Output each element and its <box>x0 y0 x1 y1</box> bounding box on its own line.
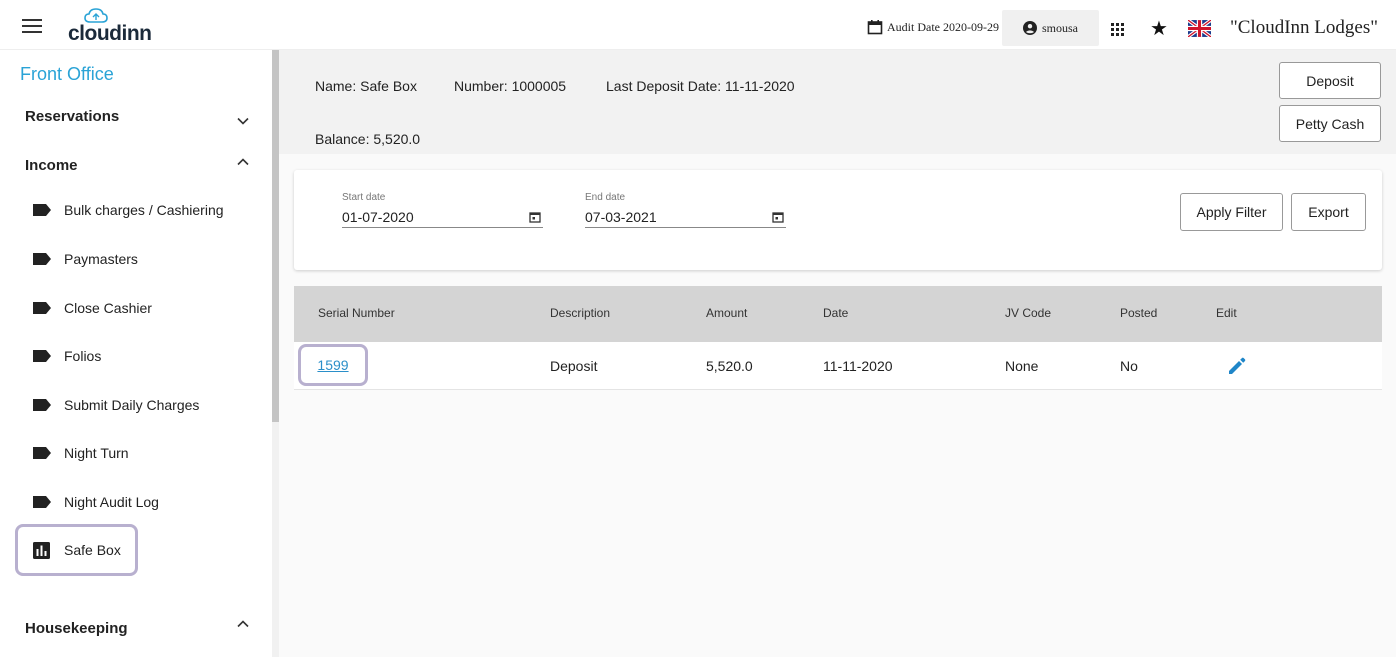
top-bar: cloudinn Audit Date 2020-09-29 smousa ★ … <box>0 0 1396 50</box>
sidebar-title: Front Office <box>20 64 114 84</box>
row-description: Deposit <box>550 358 598 374</box>
label-icon <box>33 253 51 265</box>
uk-flag-icon[interactable] <box>1188 20 1211 37</box>
username: smousa <box>1042 20 1078 35</box>
safe-box-number: Number: 1000005 <box>454 78 567 94</box>
sidebar-scrollbar[interactable] <box>272 50 279 657</box>
table-header: Serial Number Description Amount Date JV… <box>294 286 1382 342</box>
logo-text: cloudinn <box>68 22 152 45</box>
sidebar-scrollbar-thumb[interactable] <box>272 50 279 422</box>
audit-date: Audit Date 2020-09-29 <box>867 17 999 37</box>
sidebar-item-bulk-charges[interactable]: Bulk charges / Cashiering <box>32 199 224 221</box>
calendar-icon <box>867 20 883 35</box>
row-jv-code: None <box>1005 358 1039 374</box>
hotel-name[interactable]: "CloudInn Lodges" <box>1230 17 1378 39</box>
column-header-posted[interactable]: Posted <box>1120 306 1157 320</box>
logo[interactable]: cloudinn <box>68 8 152 45</box>
label-icon <box>33 302 51 314</box>
end-date-label: End date <box>585 192 626 203</box>
label-icon <box>33 496 51 508</box>
user-button[interactable]: smousa <box>1002 10 1099 46</box>
sidebar-item-close-cashier[interactable]: Close Cashier <box>32 297 152 319</box>
label-icon <box>33 399 51 411</box>
sidebar-item-label: Night Turn <box>64 445 129 461</box>
sidebar-item-folios[interactable]: Folios <box>32 345 101 367</box>
sidebar: Front Office Reservations Income Bulk ch… <box>0 50 272 657</box>
filter-card: Start date 01-07-2020 End date 07-03-202… <box>294 170 1382 270</box>
sidebar-item-label: Night Audit Log <box>64 494 159 510</box>
column-header-amount[interactable]: Amount <box>706 306 747 320</box>
sidebar-item-label: Paymasters <box>64 251 138 267</box>
table-row: 1599 Deposit 5,520.0 11-11-2020 None No <box>294 342 1382 390</box>
chevron-up-icon[interactable] <box>236 617 250 631</box>
sidebar-section-reservations[interactable]: Reservations <box>25 108 119 125</box>
serial-number-link[interactable]: 1599 <box>298 344 368 386</box>
sidebar-section-income[interactable]: Income <box>25 157 78 174</box>
sidebar-item-label: Bulk charges / Cashiering <box>64 202 224 218</box>
column-header-edit: Edit <box>1216 306 1237 320</box>
bar-chart-icon <box>33 541 50 559</box>
star-icon[interactable]: ★ <box>1150 17 1168 41</box>
last-deposit-date: Last Deposit Date: 11-11-2020 <box>606 78 795 94</box>
safe-box-name: Name: Safe Box <box>315 78 417 94</box>
sidebar-item-label: Close Cashier <box>64 300 152 316</box>
label-icon <box>33 204 51 216</box>
apps-grid-icon[interactable] <box>1111 23 1124 36</box>
end-date-value: 07-03-2021 <box>585 208 657 225</box>
menu-icon[interactable] <box>22 19 42 33</box>
end-date-input[interactable]: 07-03-2021 <box>585 206 786 228</box>
sidebar-item-label: Submit Daily Charges <box>64 397 200 413</box>
sidebar-section-housekeeping[interactable]: Housekeeping <box>25 620 128 637</box>
sidebar-item-night-audit-log[interactable]: Night Audit Log <box>32 491 159 513</box>
sidebar-item-label: Folios <box>64 348 102 364</box>
chevron-up-icon[interactable] <box>236 155 250 169</box>
column-header-serial-number[interactable]: Serial Number <box>318 306 395 320</box>
deposit-button[interactable]: Deposit <box>1279 62 1381 99</box>
calendar-icon[interactable] <box>529 211 541 223</box>
account-circle-icon <box>1023 21 1037 35</box>
start-date-value: 01-07-2020 <box>342 208 414 225</box>
sidebar-item-paymasters[interactable]: Paymasters <box>32 248 138 270</box>
safe-box-info-panel: Name: Safe Box Number: 1000005 Last Depo… <box>279 50 1396 154</box>
column-header-date[interactable]: Date <box>823 306 848 320</box>
export-button[interactable]: Export <box>1291 193 1366 231</box>
petty-cash-button[interactable]: Petty Cash <box>1279 105 1381 142</box>
sidebar-item-submit-daily-charges[interactable]: Submit Daily Charges <box>32 394 199 416</box>
safe-box-balance: Balance: 5,520.0 <box>315 131 421 147</box>
row-amount: 5,520.0 <box>706 358 753 374</box>
start-date-input[interactable]: 01-07-2020 <box>342 206 543 228</box>
label-icon <box>33 447 51 459</box>
column-header-jv-code[interactable]: JV Code <box>1005 306 1051 320</box>
sidebar-item-night-turn[interactable]: Night Turn <box>32 442 129 464</box>
column-header-description[interactable]: Description <box>550 306 610 320</box>
chevron-down-icon[interactable] <box>236 114 250 128</box>
sidebar-item-label: Safe Box <box>64 542 121 558</box>
label-icon <box>33 350 51 362</box>
start-date-label: Start date <box>342 192 386 203</box>
audit-date-text: Audit Date 2020-09-29 <box>887 19 999 34</box>
sidebar-item-safe-box[interactable]: Safe Box <box>15 524 138 576</box>
row-posted: No <box>1120 358 1138 374</box>
pencil-edit-icon[interactable] <box>1227 356 1247 376</box>
calendar-icon[interactable] <box>772 211 784 223</box>
row-date: 11-11-2020 <box>823 358 893 374</box>
apply-filter-button[interactable]: Apply Filter <box>1180 193 1283 231</box>
